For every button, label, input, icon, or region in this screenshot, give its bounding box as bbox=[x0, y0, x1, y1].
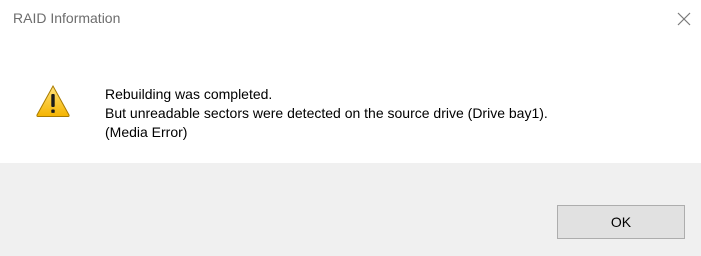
close-icon[interactable] bbox=[671, 6, 697, 32]
message-text: Rebuilding was completed. But unreadable… bbox=[105, 85, 548, 142]
window-title: RAID Information bbox=[13, 10, 121, 26]
title-bar: RAID Information bbox=[0, 0, 701, 40]
message-line: Rebuilding was completed. bbox=[105, 86, 273, 102]
message-line: But unreadable sectors were detected on … bbox=[105, 105, 548, 121]
button-bar: OK bbox=[0, 163, 701, 256]
raid-information-dialog: RAID Information Rebuilding was complete… bbox=[0, 0, 701, 256]
message-line: (Media Error) bbox=[105, 124, 188, 140]
dialog-body: Rebuilding was completed. But unreadable… bbox=[0, 40, 701, 163]
warning-icon bbox=[35, 84, 71, 118]
ok-button[interactable]: OK bbox=[557, 205, 685, 239]
